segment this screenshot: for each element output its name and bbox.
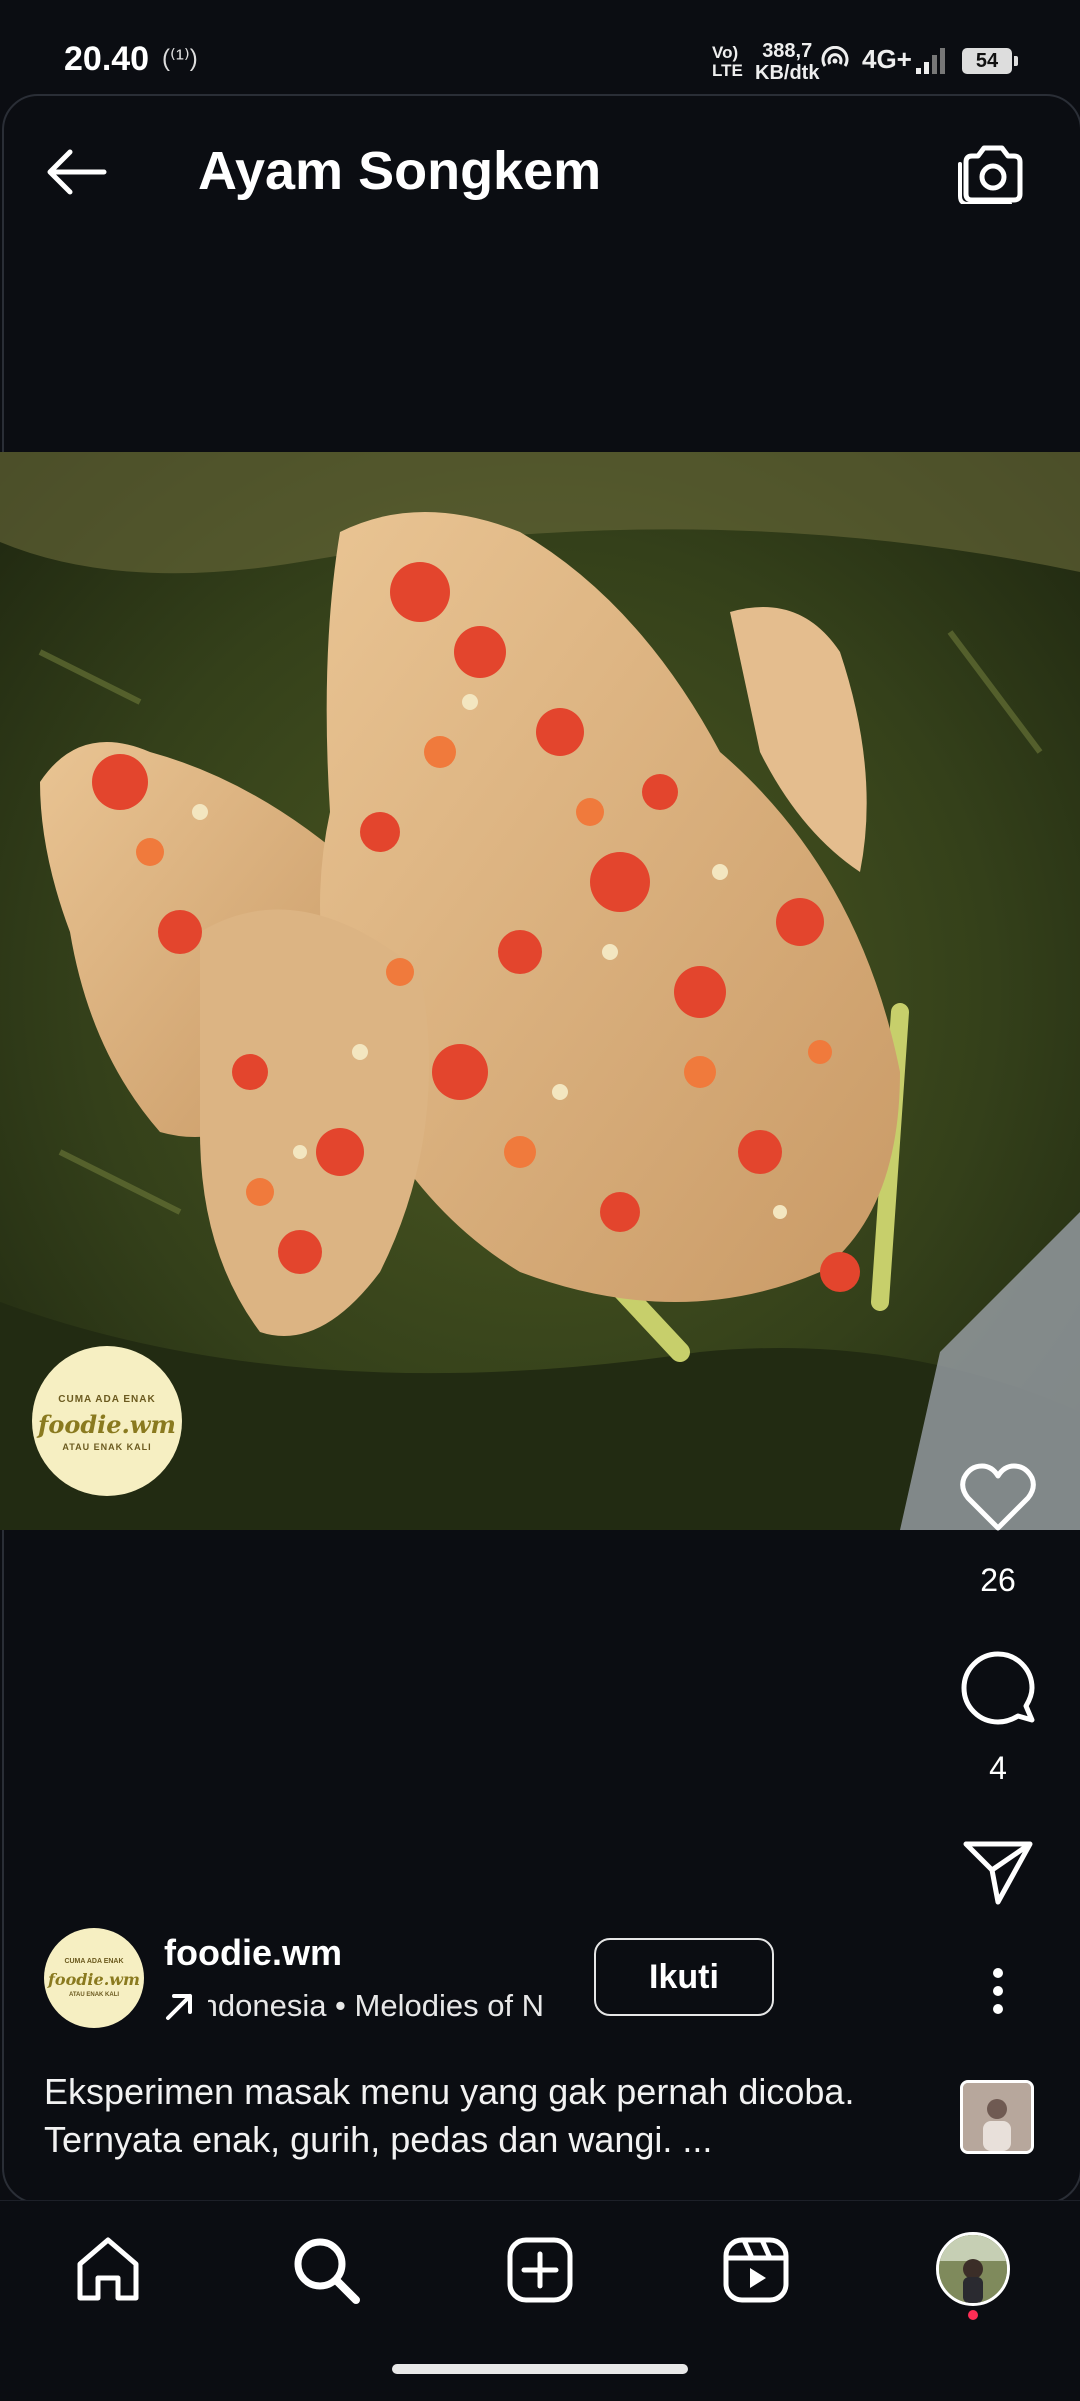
status-time: 20.40	[64, 40, 150, 78]
network-speed-unit: KB/dtk	[755, 62, 820, 84]
volte-line-1: Vo)	[712, 43, 739, 62]
network-type: 4G+	[862, 44, 912, 74]
post-image[interactable]	[0, 452, 1080, 1530]
status-bar: 20.40 (⁽¹⁾) Vo) LTE 388,7 KB/dtk 4G+ 54	[0, 0, 1080, 92]
search-icon[interactable]	[290, 2234, 362, 2306]
food-photo-illustration	[0, 452, 1080, 1530]
heart-icon[interactable]	[958, 1462, 1038, 1534]
page-title: Ayam Songkem	[198, 141, 602, 201]
watermark-top-text: CUMA ADA ENAK	[58, 1394, 156, 1405]
audio-thumbnail[interactable]	[960, 2080, 1034, 2154]
audio-info[interactable]: Indonesia • Melodies of N	[164, 1986, 564, 2030]
caption-line-1: Eksperimen masak menu yang gak pernah di…	[44, 2071, 855, 2112]
profile-avatar[interactable]	[936, 2232, 1010, 2306]
share-icon[interactable]	[962, 1838, 1034, 1906]
thumbnail-image	[963, 2083, 1031, 2151]
avatar-top-text: CUMA ADA ENAK	[64, 1958, 124, 1965]
home-icon[interactable]	[72, 2234, 144, 2306]
watermark-logo: CUMA ADA ENAK foodie.wm ATAU ENAK KALI	[32, 1346, 182, 1496]
notification-dot	[968, 2310, 978, 2320]
watermark-brand: foodie.wm	[38, 1410, 176, 1439]
profile-photo	[939, 2235, 1007, 2303]
like-count: 26	[980, 1562, 1016, 1598]
trending-arrow-icon	[166, 1994, 192, 2020]
volte-line-2: LTE	[712, 61, 743, 80]
home-indicator[interactable]	[392, 2364, 688, 2374]
comment-icon[interactable]	[960, 1650, 1036, 1726]
battery-indicator: 54	[962, 48, 1018, 74]
avatar-bottom-text: ATAU ENAK KALI	[68, 1992, 120, 1998]
volte-indicator: Vo) LTE	[712, 44, 743, 80]
author-username[interactable]: foodie.wm	[164, 1932, 342, 1974]
back-arrow-icon[interactable]	[44, 146, 108, 198]
hotspot-icon	[821, 46, 849, 67]
network-speed-value: 388,7	[762, 40, 813, 62]
reels-icon[interactable]	[720, 2234, 792, 2306]
camera-icon[interactable]	[958, 142, 1026, 204]
signal-icon	[916, 48, 945, 74]
post-caption[interactable]: Eksperimen masak menu yang gak pernah di…	[44, 2068, 924, 2164]
audio-text: Indonesia • Melodies of N	[208, 1988, 564, 2024]
more-options-icon[interactable]	[990, 1966, 1006, 2016]
network-speed: 388,7 KB/dtk	[755, 40, 819, 84]
create-icon[interactable]	[504, 2234, 576, 2306]
comment-count: 4	[989, 1750, 1007, 1786]
audio-title: Indonesia • Melodies of N	[208, 1988, 545, 2023]
avatar-brand: foodie.wm	[48, 1970, 140, 1989]
radio-indicator-icon: (⁽¹⁾)	[162, 45, 198, 72]
author-avatar[interactable]: CUMA ADA ENAK foodie.wm ATAU ENAK KALI	[44, 1928, 144, 2028]
watermark-bottom-text: ATAU ENAK KALI	[62, 1442, 152, 1452]
caption-line-2: Ternyata enak, gurih, pedas dan wangi. .…	[44, 2119, 713, 2160]
follow-button[interactable]: Ikuti	[594, 1938, 774, 2016]
